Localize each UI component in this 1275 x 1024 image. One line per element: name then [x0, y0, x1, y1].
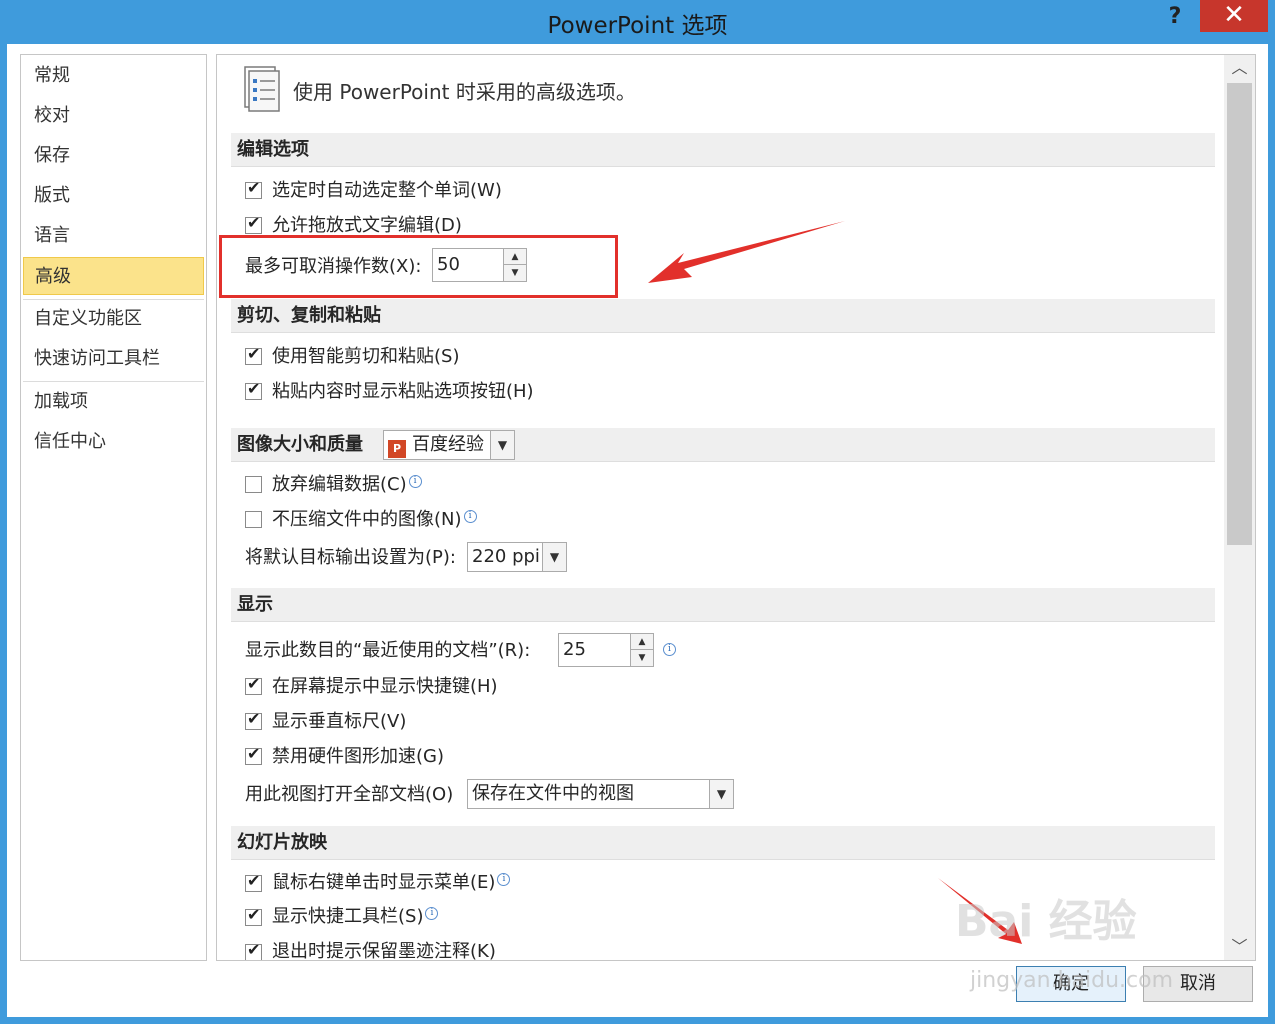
popup-toolbar-text: 显示快捷工具栏(S) [272, 906, 424, 927]
help-button[interactable]: ? [1162, 2, 1188, 32]
paste-options-label: 粘贴内容时显示粘贴选项按钮(H) [272, 381, 534, 402]
output-ppi-dropdown[interactable]: 220 ppi ▼ [467, 542, 567, 572]
document-settings-icon [244, 66, 280, 112]
popup-toolbar-label: 显示快捷工具栏(S) i [272, 903, 439, 931]
advanced-options-panel: 使用 PowerPoint 时采用的高级选项。 编辑选项 选定时自动选定整个单词… [216, 54, 1256, 961]
window-title: PowerPoint 选项 [547, 13, 728, 39]
no-compress-label: 不压缩文件中的图像(N) i [272, 506, 477, 534]
right-click-menu-label: 鼠标右键单击时显示菜单(E) i [272, 869, 511, 897]
chevron-down-icon[interactable]: ▼ [709, 780, 733, 808]
right-click-menu-text: 鼠标右键单击时显示菜单(E) [272, 872, 496, 893]
chevron-down-icon[interactable]: ▼ [542, 543, 566, 571]
paste-options-checkbox[interactable] [245, 379, 262, 400]
nav-item-save[interactable]: 保存 [23, 137, 204, 175]
nav-item-language[interactable]: 语言 [23, 217, 204, 255]
no-compress-checkbox[interactable] [245, 511, 262, 528]
section-clipboard: 剪切、复制和粘贴 [231, 299, 1215, 333]
prompt-ink-checkbox[interactable] [245, 940, 262, 960]
nav-item-advanced[interactable]: 高级 [23, 257, 204, 295]
nav-item-customize-ribbon[interactable]: 自定义功能区 [23, 300, 204, 338]
discard-edit-text: 放弃编辑数据(C) [272, 474, 407, 495]
info-icon: i [425, 907, 439, 920]
info-icon: i [663, 643, 676, 656]
nav-item-addins[interactable]: 加载项 [23, 383, 204, 421]
chevron-down-icon[interactable]: ▼ [490, 431, 514, 459]
powerpoint-file-icon: P [388, 440, 406, 458]
disable-hw-accel-checkbox[interactable] [245, 744, 262, 765]
image-file-dropdown[interactable]: P 百度经验 ▼ [383, 430, 515, 460]
shortcut-keys-label: 在屏幕提示中显示快捷键(H) [272, 676, 498, 697]
select-word-checkbox[interactable] [245, 178, 262, 199]
annotation-highlight-box [219, 235, 618, 298]
section-image: 图像大小和质量 [231, 428, 1215, 462]
scroll-thumb[interactable] [1227, 83, 1252, 545]
info-icon: i [463, 510, 477, 523]
nav-item-proofing[interactable]: 校对 [23, 97, 204, 135]
options-nav: 常规 校对 保存 版式 语言 高级 自定义功能区 快速访问工具栏 加载项 信任中… [20, 54, 207, 961]
nav-item-layout[interactable]: 版式 [23, 177, 204, 215]
vertical-scrollbar[interactable]: ︿ ﹀ [1224, 55, 1255, 960]
disable-hw-accel-label: 禁用硬件图形加速(G) [272, 746, 444, 767]
dialog-client: 常规 校对 保存 版式 语言 高级 自定义功能区 快速访问工具栏 加载项 信任中… [7, 44, 1268, 1017]
baidu-watermark: Bai 经验 [955, 896, 1137, 947]
baidu-watermark-url: jingyan.baidu.com [970, 968, 1174, 993]
title-bar: PowerPoint 选项 ? ✕ [0, 0, 1275, 44]
smart-cut-label: 使用智能剪切和粘贴(S) [272, 346, 460, 367]
output-ppi-label: 将默认目标输出设置为(P): [245, 547, 456, 568]
scroll-down-icon[interactable]: ﹀ [1224, 934, 1255, 960]
close-button[interactable]: ✕ [1200, 0, 1268, 32]
vertical-ruler-checkbox[interactable] [245, 709, 262, 730]
nav-item-general[interactable]: 常规 [23, 57, 204, 95]
open-view-value: 保存在文件中的视图 [472, 783, 634, 804]
recent-docs-label: 显示此数目的“最近使用的文档”(R): [245, 640, 531, 661]
image-file-value: 百度经验 [412, 434, 484, 455]
drag-drop-checkbox[interactable] [245, 213, 262, 234]
nav-divider [23, 381, 204, 382]
shortcut-keys-checkbox[interactable] [245, 674, 262, 695]
nav-item-trust-center[interactable]: 信任中心 [23, 423, 204, 461]
discard-edit-checkbox[interactable] [245, 476, 262, 493]
prompt-ink-label: 退出时提示保留墨迹注释(K) [272, 941, 496, 961]
recent-docs-input[interactable]: 25 [558, 633, 631, 667]
recent-docs-spinner[interactable]: ▲ ▼ [630, 633, 654, 667]
open-view-label: 用此视图打开全部文档(O) [245, 784, 454, 805]
popup-toolbar-checkbox[interactable] [245, 905, 262, 926]
info-icon: i [497, 873, 511, 886]
section-display: 显示 [231, 588, 1215, 622]
annotation-arrow-icon [648, 221, 845, 283]
scroll-up-icon[interactable]: ︿ [1224, 55, 1255, 81]
nav-item-quick-access[interactable]: 快速访问工具栏 [23, 340, 204, 378]
section-editing: 编辑选项 [231, 133, 1215, 167]
spin-up-icon[interactable]: ▲ [631, 634, 653, 650]
vertical-ruler-label: 显示垂直标尺(V) [272, 711, 407, 732]
smart-cut-checkbox[interactable] [245, 344, 262, 365]
right-click-menu-checkbox[interactable] [245, 871, 262, 892]
spin-down-icon[interactable]: ▼ [631, 650, 653, 666]
no-compress-text: 不压缩文件中的图像(N) [272, 509, 462, 530]
discard-edit-label: 放弃编辑数据(C) i [272, 471, 422, 499]
panel-header: 使用 PowerPoint 时采用的高级选项。 [293, 80, 636, 104]
section-slideshow: 幻灯片放映 [231, 826, 1215, 860]
select-word-label: 选定时自动选定整个单词(W) [272, 180, 502, 201]
info-icon: i [408, 475, 422, 488]
open-view-dropdown[interactable]: 保存在文件中的视图 ▼ [467, 779, 734, 809]
output-ppi-value: 220 ppi [472, 546, 540, 567]
